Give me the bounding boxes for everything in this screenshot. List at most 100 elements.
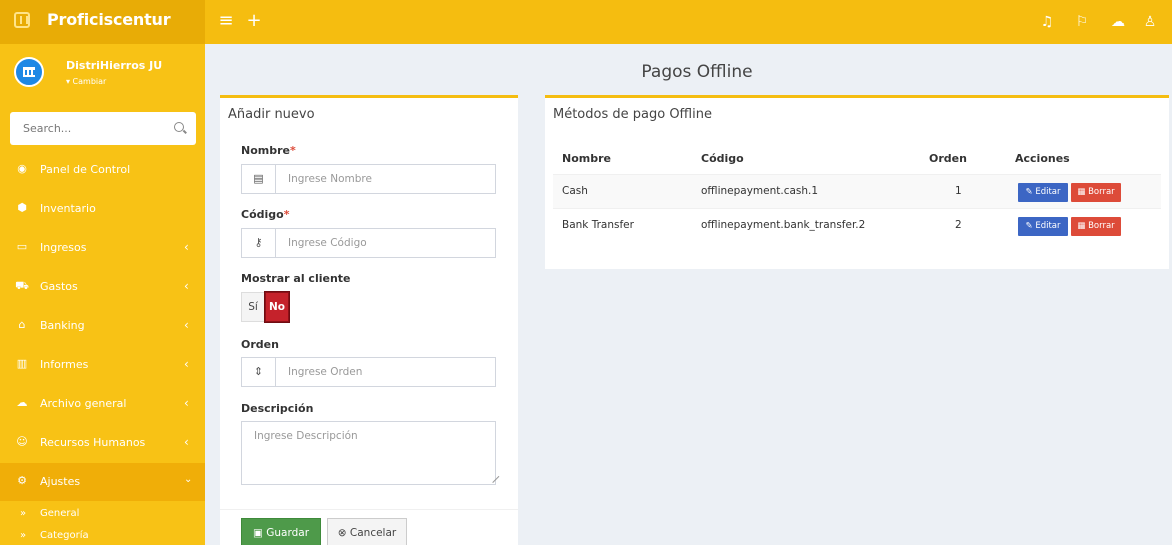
row-code: offlinepayment.bank_transfer.2 bbox=[701, 219, 866, 231]
sidebar-subitem-categoria[interactable]: » Categoría bbox=[0, 526, 205, 545]
row-order: 1 bbox=[955, 185, 962, 197]
times-circle-icon: ⊗ bbox=[337, 527, 350, 539]
chevron-left-icon: ‹ bbox=[184, 357, 189, 371]
money-icon: ▭ bbox=[16, 240, 28, 253]
save-label: Guardar bbox=[266, 527, 310, 539]
sidebar-item-archivo-general[interactable]: ☁ Archivo general ‹ bbox=[0, 385, 205, 423]
chart-icon: ▥ bbox=[16, 357, 28, 370]
cart-icon: ⛟ bbox=[15, 279, 29, 292]
search-icon[interactable] bbox=[174, 122, 184, 132]
sidebar-item-label: Gastos bbox=[40, 280, 78, 293]
trash-icon: ▦ bbox=[1077, 187, 1089, 197]
row-name: Bank Transfer bbox=[562, 219, 634, 231]
comments-icon: ☁ bbox=[1111, 14, 1125, 30]
quick-add-button[interactable]: + bbox=[241, 8, 267, 34]
table-row: Cash offlinepayment.cash.1 1 ✎ Editar ▦ … bbox=[553, 174, 1161, 208]
cancel-button[interactable]: ⊗ Cancelar bbox=[327, 518, 407, 545]
column-header-actions: Acciones bbox=[1015, 152, 1070, 165]
trash-icon: ▦ bbox=[1077, 221, 1089, 231]
sidebar-item-gastos[interactable]: ⛟ Gastos ‹ bbox=[0, 268, 205, 306]
change-company-link[interactable]: ▾ Cambiar bbox=[66, 77, 106, 86]
user-icon: ♙ bbox=[1143, 14, 1157, 30]
sidebar-item-label: Panel de Control bbox=[40, 163, 131, 176]
sidebar-item-ajustes[interactable]: ⚙ Ajustes ⌄ bbox=[0, 463, 205, 501]
user-menu-button[interactable]: ♙ bbox=[1139, 11, 1161, 33]
sidebar-item-label: Banking bbox=[40, 319, 85, 332]
top-navbar: Proficiscentur ≡ + ♫ ⚐ ☁ ♙ bbox=[0, 0, 1172, 44]
form-footer-divider bbox=[220, 509, 518, 510]
chevron-left-icon: ‹ bbox=[184, 240, 189, 254]
sidebar-item-banking[interactable]: ⌂ Banking ‹ bbox=[0, 307, 205, 345]
delete-button[interactable]: ▦ Borrar bbox=[1071, 217, 1121, 236]
name-input[interactable] bbox=[277, 165, 495, 193]
brand-logo-area[interactable]: Proficiscentur bbox=[0, 0, 205, 44]
code-input[interactable] bbox=[277, 229, 495, 257]
id-card-icon: ▤ bbox=[242, 165, 276, 193]
show-no-toggle[interactable]: No bbox=[265, 292, 289, 322]
sidebar-item-panel-de-control[interactable]: ◉ Panel de Control bbox=[0, 151, 205, 189]
chevron-left-icon: ‹ bbox=[184, 318, 189, 332]
cloud-icon: ☁ bbox=[16, 396, 28, 409]
delete-button[interactable]: ▦ Borrar bbox=[1071, 183, 1121, 202]
description-textarea[interactable] bbox=[241, 421, 496, 485]
sidebar-item-label: Archivo general bbox=[40, 397, 127, 410]
show-yes-toggle[interactable]: Sí bbox=[241, 292, 265, 322]
edit-button[interactable]: ✎ Editar bbox=[1018, 183, 1068, 202]
column-header-name[interactable]: Nombre bbox=[562, 152, 611, 165]
sidebar-toggle-button[interactable]: ≡ bbox=[213, 8, 239, 34]
sidebar-item-label: Ajustes bbox=[40, 475, 81, 488]
sidebar-search bbox=[10, 112, 196, 145]
description-label: Descripción bbox=[241, 402, 314, 415]
row-order: 2 bbox=[955, 219, 962, 231]
name-field-group: ▤ bbox=[241, 164, 496, 194]
chevron-down-icon: ⌄ bbox=[184, 474, 193, 485]
key-icon: ⚷ bbox=[242, 229, 276, 257]
sidebar-item-inventario[interactable]: ⬢ Inventario bbox=[0, 190, 205, 228]
save-button[interactable]: ▣ Guardar bbox=[241, 518, 321, 545]
table-row: Bank Transfer offlinepayment.bank_transf… bbox=[553, 208, 1161, 242]
sort-icon: ⇕ bbox=[242, 358, 276, 386]
sidebar-subitem-general[interactable]: » General bbox=[0, 504, 205, 526]
flag-icon: ⚐ bbox=[1075, 14, 1089, 30]
row-code: offlinepayment.cash.1 bbox=[701, 185, 819, 197]
sidebar-item-recursos-humanos[interactable]: ☺ Recursos Humanos ‹ bbox=[0, 424, 205, 462]
bank-icon: ⌂ bbox=[18, 318, 26, 331]
code-label: Código* bbox=[241, 208, 290, 221]
users-icon: ☺ bbox=[16, 435, 28, 448]
column-header-order[interactable]: Orden bbox=[929, 152, 967, 165]
bars-icon: ≡ bbox=[218, 10, 234, 31]
sidebar-item-ingresos[interactable]: ▭ Ingresos ‹ bbox=[0, 229, 205, 267]
edit-icon: ✎ bbox=[1025, 221, 1036, 231]
brand-name: Proficiscentur bbox=[47, 10, 171, 29]
bell-icon: ♫ bbox=[1040, 14, 1054, 30]
plus-icon: + bbox=[246, 10, 262, 31]
sidebar-item-label: Ingresos bbox=[40, 241, 87, 254]
order-field-group: ⇕ bbox=[241, 357, 496, 387]
cubes-icon: ⬢ bbox=[17, 201, 27, 214]
show-to-customer-label: Mostrar al cliente bbox=[241, 272, 351, 285]
cancel-label: Cancelar bbox=[349, 527, 397, 539]
order-input[interactable] bbox=[277, 358, 495, 386]
company-name: DistriHierros JU bbox=[66, 59, 163, 72]
company-avatar bbox=[14, 57, 44, 87]
messages-button[interactable]: ☁ bbox=[1107, 11, 1129, 33]
floppy-icon: ▣ bbox=[252, 527, 267, 539]
sidebar-subitem-label: General bbox=[40, 508, 80, 519]
search-input[interactable] bbox=[10, 112, 160, 145]
edit-button[interactable]: ✎ Editar bbox=[1018, 217, 1068, 236]
table-title: Métodos de pago Offline bbox=[553, 107, 712, 122]
sidebar-item-label: Informes bbox=[40, 358, 89, 371]
sidebar-item-informes[interactable]: ▥ Informes ‹ bbox=[0, 346, 205, 384]
chevron-left-icon: ‹ bbox=[184, 279, 189, 293]
code-field-group: ⚷ bbox=[241, 228, 496, 258]
name-label: Nombre* bbox=[241, 144, 296, 157]
notifications-button[interactable]: ♫ bbox=[1036, 11, 1058, 33]
column-header-code[interactable]: Código bbox=[701, 152, 744, 165]
payment-methods-box: Métodos de pago Offline Nombre Código Or… bbox=[545, 95, 1169, 269]
add-new-form-box: Añadir nuevo Nombre* ▤ Código* ⚷ Mostrar… bbox=[220, 95, 518, 545]
cogs-icon: ⚙ bbox=[17, 474, 27, 487]
chevron-left-icon: ‹ bbox=[184, 396, 189, 410]
sidebar-subitem-label: Categoría bbox=[40, 530, 89, 541]
flag-button[interactable]: ⚐ bbox=[1071, 11, 1093, 33]
row-name: Cash bbox=[562, 185, 588, 197]
